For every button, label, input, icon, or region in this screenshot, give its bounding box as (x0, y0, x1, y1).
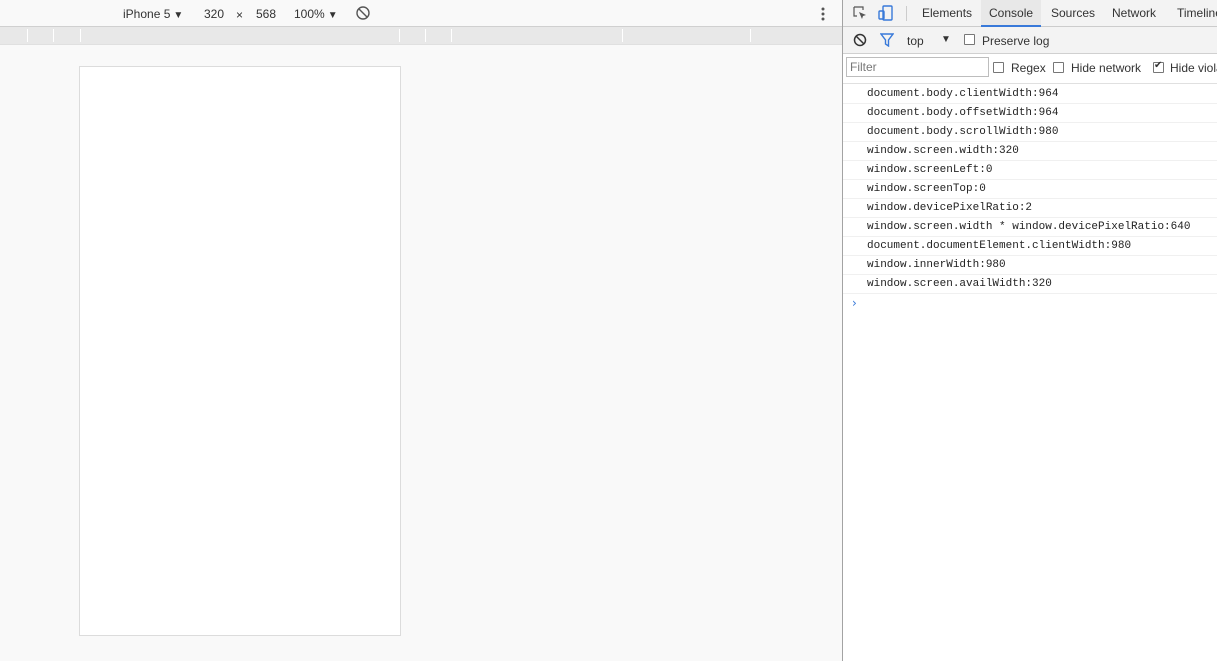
ruler-divider (750, 29, 751, 42)
device-toolbar: iPhone 5 ▼ 320 × 568 100% ▼ (0, 0, 842, 27)
ruler-divider (53, 29, 54, 42)
console-message: window.devicePixelRatio:2 (843, 199, 1217, 218)
hide-violations-checkbox[interactable] (1153, 60, 1164, 73)
vertical-ellipsis-icon[interactable] (819, 5, 827, 23)
console-message: window.screenLeft:0 (843, 161, 1217, 180)
device-height-input[interactable]: 568 (256, 6, 276, 22)
execution-context-select[interactable]: top (907, 33, 924, 49)
zoom-select[interactable]: 100% ▼ (294, 6, 338, 22)
rotate-icon[interactable] (355, 5, 371, 21)
ruler-divider (27, 29, 28, 42)
media-query-ruler[interactable] (0, 27, 842, 45)
preserve-log-checkbox[interactable] (964, 34, 975, 45)
console-message: document.body.scrollWidth:980 (843, 123, 1217, 142)
chevron-down-icon: ▼ (173, 10, 184, 21)
console-message: window.screen.width:320 (843, 142, 1217, 161)
tab-sources[interactable]: Sources (1051, 0, 1095, 27)
tab-timeline[interactable]: Timeline (1177, 0, 1217, 27)
console-filter-bar: Regex Hide network Hide violations (843, 54, 1217, 84)
zoom-select-label: 100% (294, 7, 325, 21)
ruler-divider (399, 29, 400, 42)
hide-violations-label: Hide violations (1170, 61, 1217, 75)
console-message: window.screen.width * window.devicePixel… (843, 218, 1217, 237)
filter-input[interactable] (846, 57, 989, 77)
device-emulation-pane: iPhone 5 ▼ 320 × 568 100% ▼ (0, 0, 842, 661)
ruler-divider (80, 29, 81, 42)
filter-icon[interactable] (879, 33, 895, 48)
chevron-down-icon: ▼ (327, 10, 338, 21)
regex-checkbox[interactable] (993, 62, 1004, 73)
devtools-panel: Elements Console Sources Network Timelin… (842, 0, 1217, 661)
tab-console[interactable]: Console (981, 0, 1042, 27)
device-select[interactable]: iPhone 5 ▼ (123, 6, 183, 22)
console-message: window.screenTop:0 (843, 180, 1217, 199)
console-message: document.body.offsetWidth:964 (843, 104, 1217, 123)
devtools-tabbar: Elements Console Sources Network Timelin… (843, 0, 1217, 27)
device-width-input[interactable]: 320 (204, 6, 224, 22)
toolbar-divider (906, 6, 907, 21)
console-message: window.screen.availWidth:320 (843, 275, 1217, 294)
ruler-divider (622, 29, 623, 42)
tab-network[interactable]: Network (1112, 0, 1156, 27)
ruler-divider (451, 29, 452, 42)
hide-network-checkbox[interactable] (1053, 62, 1064, 73)
hide-network-label: Hide network (1071, 61, 1142, 75)
device-viewport[interactable] (79, 66, 401, 636)
chevron-down-icon[interactable]: ▼ (941, 34, 951, 45)
preserve-log-label: Preserve log (982, 34, 1050, 48)
device-select-label: iPhone 5 (123, 7, 171, 21)
console-message: window.innerWidth:980 (843, 256, 1217, 275)
console-toolbar: top ▼ Preserve log (843, 27, 1217, 54)
console-message: document.documentElement.clientWidth:980 (843, 237, 1217, 256)
console-messages: document.body.clientWidth:964 document.b… (843, 85, 1217, 313)
console-prompt[interactable]: › (843, 294, 1217, 313)
device-mode-icon[interactable] (878, 5, 894, 21)
inspect-element-icon[interactable] (852, 5, 868, 21)
console-message: document.body.clientWidth:964 (843, 85, 1217, 104)
ruler-divider (425, 29, 426, 42)
clear-console-icon[interactable] (853, 33, 867, 47)
tab-elements[interactable]: Elements (922, 0, 972, 27)
prompt-chevron-icon: › (852, 296, 857, 310)
regex-label: Regex (1011, 61, 1046, 75)
dimension-separator: × (236, 8, 244, 22)
